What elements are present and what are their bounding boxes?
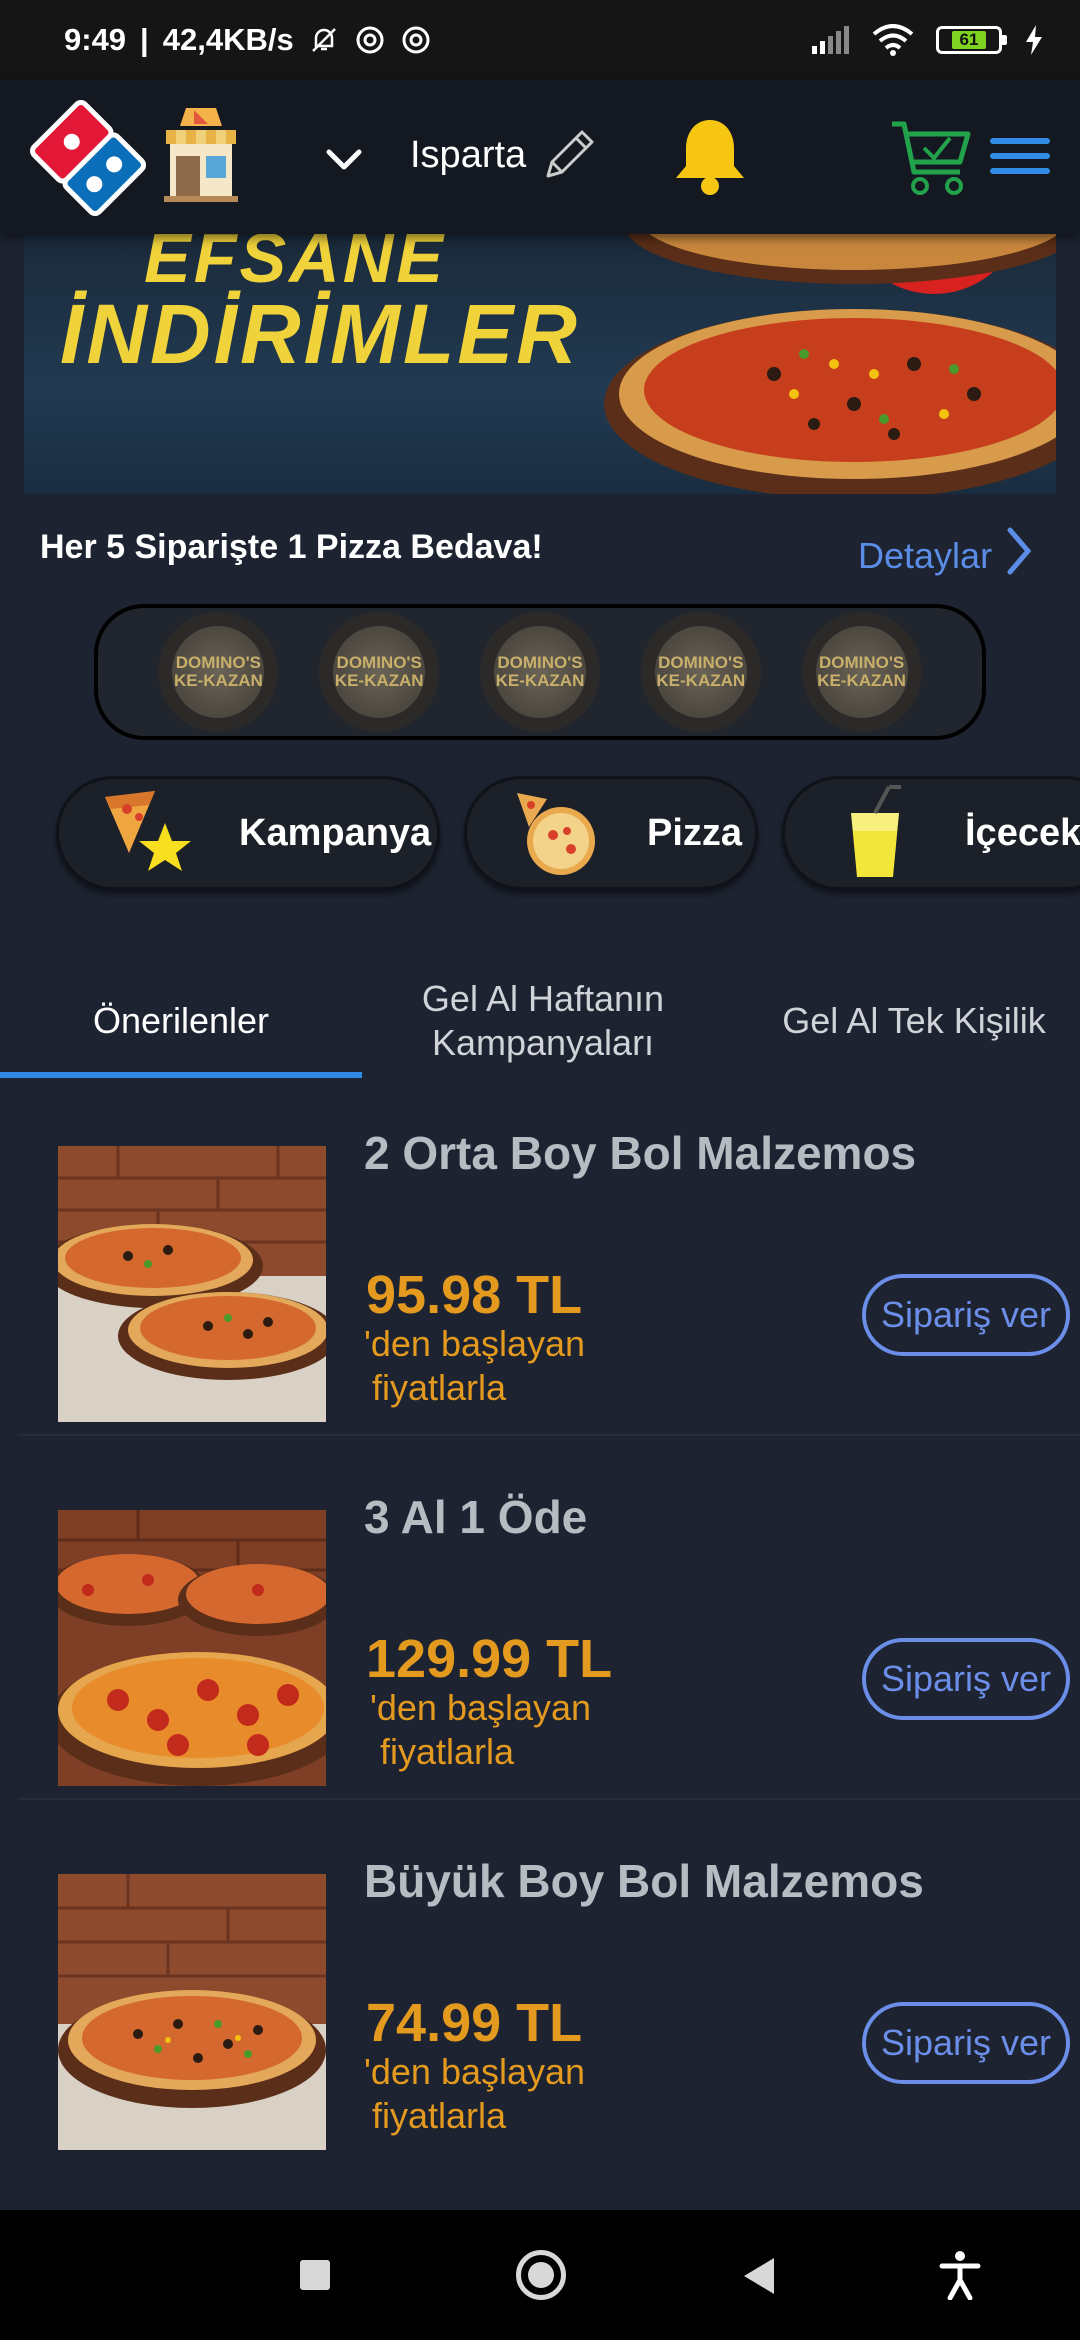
product-price-suffix: 'den başlayan: [370, 1687, 592, 1728]
product-price-suffix: fiyatlarla: [372, 2095, 507, 2136]
menu-icon[interactable]: [990, 138, 1050, 178]
tab-haftanin-kampanyalari[interactable]: Gel Al Haftanın Kampanyaları: [362, 960, 724, 1082]
pencil-icon[interactable]: [538, 126, 598, 186]
product-price-suffix: 'den başlayan: [364, 1323, 586, 1364]
status-separator: |: [140, 22, 149, 57]
sync-icon: [400, 24, 432, 56]
pizza-icon: [507, 783, 607, 883]
product-price-suffix: fiyatlarla: [380, 1731, 515, 1772]
status-network-speed: 42,4KB/s: [162, 22, 294, 57]
battery-icon: 61: [936, 26, 1007, 54]
charging-icon: [1024, 25, 1044, 55]
sync-icon: [354, 24, 386, 56]
stamp: DOMINO'S KE-KAZAN: [319, 612, 440, 732]
stamp-label: DOMINO'S KE-KAZAN: [172, 626, 265, 718]
details-label: Detaylar: [858, 534, 993, 576]
battery-level: 61: [951, 30, 987, 49]
loyalty-text: Her 5 Siparişte 1 Pizza Bedava!: [40, 528, 543, 566]
status-time: 9:49: [64, 22, 127, 57]
details-link[interactable]: Detaylar: [858, 526, 1034, 585]
chevron-right-icon: [1004, 526, 1034, 585]
city-label[interactable]: Isparta: [410, 134, 526, 177]
order-button[interactable]: Sipariş ver: [862, 1638, 1070, 1720]
stamp: DOMINO'S KE-KAZAN: [801, 612, 922, 732]
divider: [18, 1434, 1080, 1436]
product-name: 2 Orta Boy Bol Malzemos: [364, 1127, 917, 1179]
stamp-label: DOMINO'S KE-KAZAN: [654, 626, 747, 718]
category-pizza[interactable]: Pizza: [464, 776, 758, 890]
accessibility-icon[interactable]: [938, 2250, 982, 2301]
product-price: 74.99 TL: [366, 1993, 583, 2053]
signal-icon: [810, 26, 850, 54]
product-image: [58, 1146, 326, 1422]
product-card[interactable]: 3 Al 1 Öde 129.99 TL 'den başlayan fiyat…: [0, 1464, 1080, 1828]
product-price-suffix: fiyatlarla: [372, 1367, 507, 1408]
product-card[interactable]: Büyük Boy Bol Malzemos 74.99 TL 'den baş…: [0, 1828, 1080, 2192]
pizza-star-icon: [99, 783, 199, 883]
stamp-label: DOMINO'S KE-KAZAN: [333, 626, 426, 718]
stamp-card[interactable]: DOMINO'S KE-KAZAN DOMINO'S KE-KAZAN DOMI…: [94, 604, 986, 740]
category-kampanya[interactable]: Kampanya: [56, 776, 440, 890]
product-image: [58, 1510, 326, 1786]
status-bar: 9:49 | 42,4KB/s 61: [0, 0, 1080, 80]
cart-icon[interactable]: [890, 118, 972, 196]
home-icon[interactable]: [516, 2250, 566, 2300]
order-button[interactable]: Sipariş ver: [862, 1274, 1070, 1356]
banner-title-line-2: İNDİRİMLER: [60, 287, 580, 381]
order-button[interactable]: Sipariş ver: [862, 2002, 1070, 2084]
product-price: 95.98 TL: [366, 1265, 583, 1325]
bell-muted-icon: [308, 24, 340, 56]
product-card[interactable]: 2 Orta Boy Bol Malzemos 95.98 TL 'den ba…: [0, 1100, 1080, 1464]
stamp: DOMINO'S KE-KAZAN: [479, 612, 600, 732]
promo-banner[interactable]: EFSANE İNDİRİMLER: [24, 234, 1056, 494]
bell-icon[interactable]: [672, 116, 748, 198]
category-label: Pizza: [647, 811, 743, 854]
app-header: Isparta: [0, 80, 1080, 234]
wifi-icon: [872, 24, 914, 56]
dominos-logo[interactable]: [30, 100, 146, 216]
store-icon[interactable]: [160, 104, 242, 204]
product-name: Büyük Boy Bol Malzemos: [364, 1855, 924, 1907]
product-image: [58, 1874, 326, 2150]
stamp-label: DOMINO'S KE-KAZAN: [493, 626, 586, 718]
drink-icon: [825, 783, 925, 883]
banner-pizza-image: [554, 234, 1056, 494]
back-icon[interactable]: [744, 2258, 774, 2294]
divider: [18, 1798, 1080, 1800]
product-price: 129.99 TL: [366, 1629, 613, 1689]
stamp: DOMINO'S KE-KAZAN: [640, 612, 761, 732]
category-icecek[interactable]: İçecek: [782, 776, 1080, 890]
product-price-suffix: 'den başlayan: [364, 2051, 586, 2092]
product-name: 3 Al 1 Öde: [364, 1491, 588, 1543]
category-label: Kampanya: [239, 811, 432, 854]
tab-indicator: [0, 1072, 362, 1078]
chevron-down-icon[interactable]: [325, 140, 363, 178]
category-label: İçecek: [965, 811, 1080, 854]
tab-onerilenler[interactable]: Önerilenler: [0, 960, 362, 1082]
stamp-label: DOMINO'S KE-KAZAN: [815, 626, 908, 718]
tab-tek-kisilik[interactable]: Gel Al Tek Kişilik: [724, 960, 1080, 1082]
category-bar: Kampanya Pizza İçecek: [0, 772, 1080, 898]
stamp: DOMINO'S KE-KAZAN: [158, 612, 279, 732]
tab-bar: Önerilenler Gel Al Haftanın Kampanyaları…: [0, 960, 1080, 1082]
recents-icon[interactable]: [300, 2260, 330, 2290]
system-nav-bar: [0, 2210, 1080, 2340]
